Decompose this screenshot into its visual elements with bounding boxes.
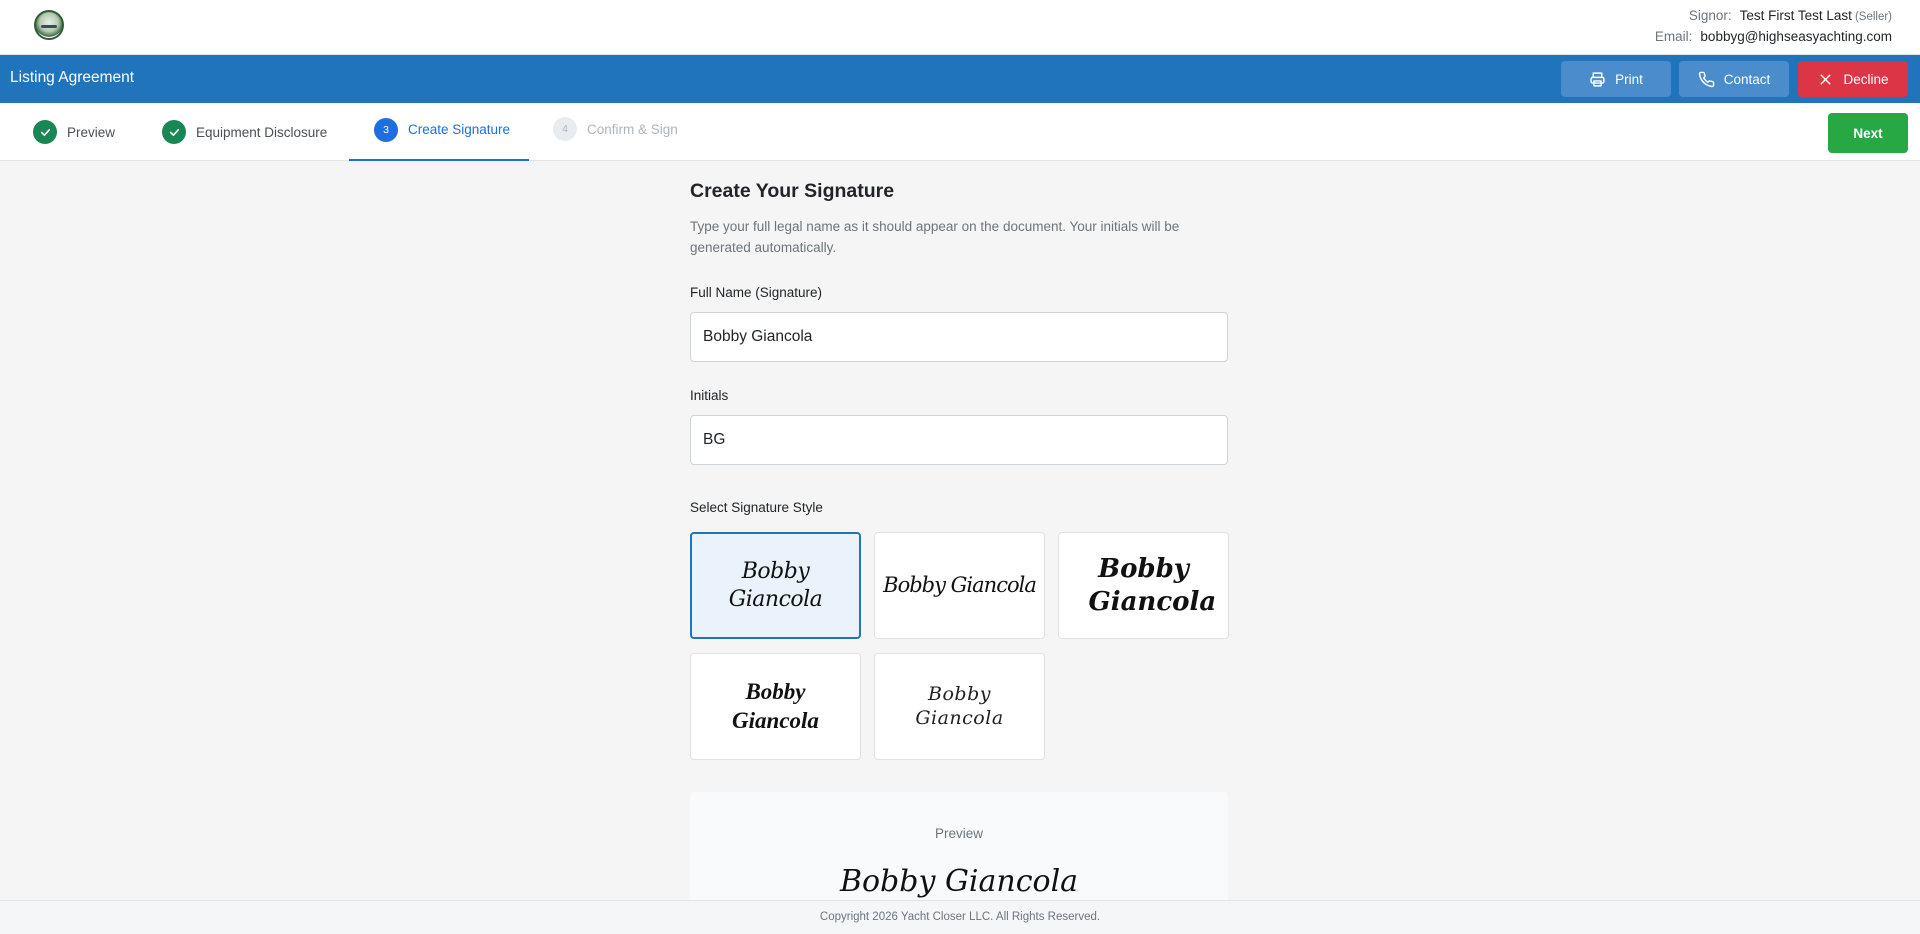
signor-info: Signor: Test First Test Last (Seller) Ema… bbox=[1655, 6, 1892, 47]
step-number: 4 bbox=[553, 117, 577, 141]
print-button[interactable]: Print bbox=[1561, 61, 1671, 97]
steps-nav: Preview Equipment Disclosure 3 Create Si… bbox=[0, 103, 1920, 161]
signature-style-option-2[interactable]: Bobby Giancola bbox=[874, 532, 1045, 639]
signor-name-text: Test First Test Last bbox=[1739, 8, 1852, 23]
next-button[interactable]: Next bbox=[1828, 113, 1908, 153]
copyright-text: Copyright 2026 Yacht Closer LLC. All Rig… bbox=[819, 911, 1101, 923]
signature-style-option-1[interactable]: Bobby Giancola bbox=[690, 532, 861, 639]
step-confirm-sign[interactable]: 4 Confirm & Sign bbox=[553, 100, 678, 158]
contact-label: Contact bbox=[1723, 71, 1771, 87]
close-icon bbox=[1821, 74, 1831, 84]
signature-style-label: Select Signature Style bbox=[690, 500, 823, 515]
document-title: Listing Agreement bbox=[10, 69, 135, 86]
page-title: Create Your Signature bbox=[690, 180, 895, 202]
step-number: 3 bbox=[374, 117, 398, 142]
decline-button[interactable]: Decline bbox=[1798, 61, 1908, 97]
footer: Copyright 2026 Yacht Closer LLC. All Rig… bbox=[0, 900, 1920, 934]
signor-name: Test First Test Last (Seller) bbox=[1740, 6, 1892, 27]
top-header: Signor: Test First Test Last (Seller) Ema… bbox=[0, 0, 1920, 55]
step-label: Create Signature bbox=[408, 122, 511, 137]
signature-sample: Bobby Giancola bbox=[728, 559, 823, 612]
full-name-input[interactable] bbox=[690, 312, 1228, 362]
printer-icon bbox=[1590, 71, 1605, 87]
step-preview[interactable]: Preview bbox=[33, 103, 115, 161]
decline-label: Decline bbox=[1843, 71, 1889, 87]
signature-sample: Bobby Giancola bbox=[1088, 554, 1217, 617]
instructions-text: Type your full legal name as it should a… bbox=[690, 219, 1180, 255]
signature-sample: Bobby Giancola bbox=[915, 682, 1004, 729]
signature-preview: Preview Bobby Giancola bbox=[690, 792, 1228, 902]
email-value: bobbyg@highseasyachting.com bbox=[1700, 29, 1892, 44]
title-bar: Listing Agreement Print Contact Decline bbox=[0, 55, 1920, 103]
contact-button[interactable]: Contact bbox=[1679, 61, 1789, 97]
step-label: Confirm & Sign bbox=[587, 121, 678, 137]
check-icon bbox=[162, 120, 186, 144]
preview-signature: Bobby Giancola bbox=[839, 864, 1079, 899]
initials-input[interactable] bbox=[690, 415, 1228, 465]
company-logo bbox=[34, 10, 64, 40]
signor-role: (Seller) bbox=[1854, 11, 1892, 23]
full-name-label: Full Name (Signature) bbox=[690, 285, 823, 300]
signature-style-option-3[interactable]: Bobby Giancola bbox=[1058, 532, 1229, 639]
step-equipment-disclosure[interactable]: Equipment Disclosure bbox=[162, 103, 327, 161]
signor-label: Signor: bbox=[1688, 8, 1732, 23]
email-row: Email: bobbyg@highseasyachting.com bbox=[1655, 27, 1892, 47]
email-label: Email: bbox=[1654, 29, 1693, 44]
preview-label: Preview bbox=[934, 826, 983, 841]
signor-row: Signor: Test First Test Last (Seller) bbox=[1655, 6, 1892, 27]
signature-sample: Bobby Giancola bbox=[883, 573, 1037, 598]
signature-sample: Bobby Giancola bbox=[732, 678, 819, 733]
check-icon bbox=[33, 120, 57, 144]
print-label: Print bbox=[1615, 71, 1643, 87]
step-label: Preview bbox=[67, 124, 116, 140]
signature-style-option-5[interactable]: Bobby Giancola bbox=[874, 653, 1045, 760]
step-label: Equipment Disclosure bbox=[196, 124, 328, 140]
signature-style-option-4[interactable]: Bobby Giancola bbox=[690, 653, 861, 760]
signature-form: Create Your Signature Type your full leg… bbox=[690, 180, 1229, 902]
phone-icon bbox=[1698, 71, 1715, 87]
step-create-signature[interactable]: 3 Create Signature bbox=[349, 100, 529, 161]
initials-label: Initials bbox=[690, 388, 729, 403]
